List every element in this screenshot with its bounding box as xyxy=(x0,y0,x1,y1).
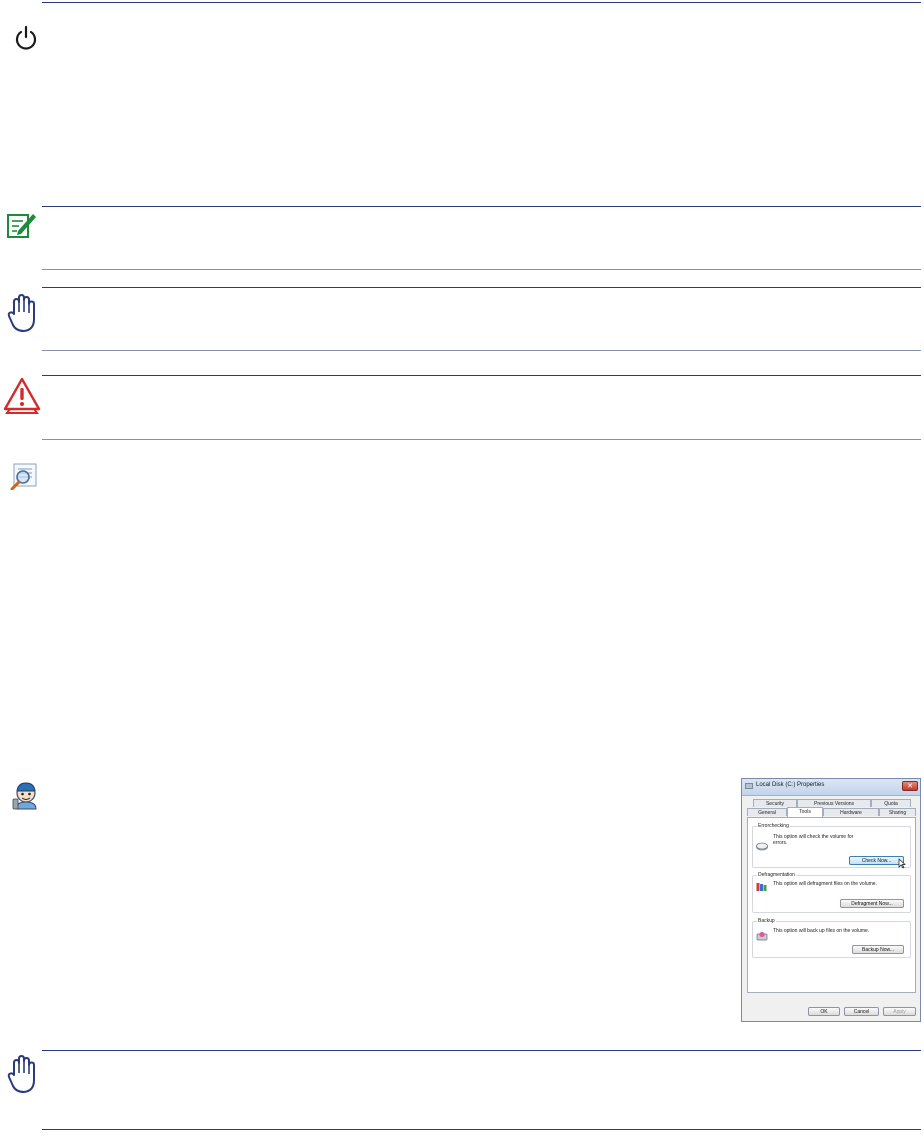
local-disk-properties-dialog: Local Disk (C:) Properties ✕ Security Pr… xyxy=(741,778,921,1022)
stop-hand-icon xyxy=(7,294,35,332)
group-label: Defragmentation xyxy=(757,872,796,878)
tab-hardware[interactable]: Hardware xyxy=(823,808,879,816)
tab-tools[interactable]: Tools xyxy=(787,807,823,817)
ok-button[interactable]: OK xyxy=(808,1007,840,1016)
power-icon xyxy=(15,25,37,50)
caution-bottom-rule xyxy=(42,350,921,351)
drive-icon xyxy=(745,783,753,789)
group-label: Errorchecking xyxy=(757,823,790,829)
caution-top-rule xyxy=(42,287,921,288)
warning-top-rule xyxy=(42,375,921,376)
cancel-button[interactable]: Cancel xyxy=(844,1007,879,1016)
tools-panel: Errorchecking This option will check the… xyxy=(747,817,916,993)
tip-icon xyxy=(10,463,37,490)
group-label: Backup xyxy=(757,918,776,924)
note-top-rule xyxy=(42,206,921,207)
apply-button[interactable]: Apply xyxy=(883,1007,916,1016)
backup-group: Backup This option will back up files on… xyxy=(752,918,911,958)
tab-security[interactable]: Security xyxy=(753,799,797,807)
check-now-button[interactable]: Check Now... xyxy=(849,856,904,865)
tab-general[interactable]: General xyxy=(747,808,787,816)
group-text: This option will check the volume for er… xyxy=(773,834,854,846)
mouse-cursor-icon xyxy=(898,858,906,869)
warning-bottom-rule xyxy=(42,439,921,440)
top-rule xyxy=(42,2,921,3)
tab-quota[interactable]: Quota xyxy=(871,799,911,807)
close-button[interactable]: ✕ xyxy=(902,781,918,791)
defragment-icon xyxy=(756,883,767,891)
dialog-title: Local Disk (C:) Properties xyxy=(756,782,825,788)
group-text: This option will defragment files on the… xyxy=(773,881,877,887)
stop-hand-icon xyxy=(7,1055,35,1093)
warning-icon xyxy=(3,377,41,414)
backup-now-button[interactable]: Backup Now... xyxy=(852,945,904,954)
group-text: This option will back up files on the vo… xyxy=(773,928,870,934)
caution2-bottom-rule xyxy=(42,1129,921,1130)
defragmentation-group: Defragmentation This option will defragm… xyxy=(752,872,911,913)
note-bottom-rule xyxy=(42,269,921,270)
dialog-titlebar: Local Disk (C:) Properties ✕ xyxy=(742,779,920,796)
tab-sharing[interactable]: Sharing xyxy=(879,808,916,816)
tab-previous-versions[interactable]: Previous Versions xyxy=(797,799,871,807)
disk-check-icon xyxy=(756,842,768,851)
caution2-top-rule xyxy=(42,1050,921,1051)
errorchecking-group: Errorchecking This option will check the… xyxy=(752,823,911,869)
defragment-now-button[interactable]: Defragment Now... xyxy=(840,899,904,908)
technician-icon xyxy=(12,782,37,810)
backup-icon xyxy=(756,931,768,941)
note-icon xyxy=(7,214,36,238)
